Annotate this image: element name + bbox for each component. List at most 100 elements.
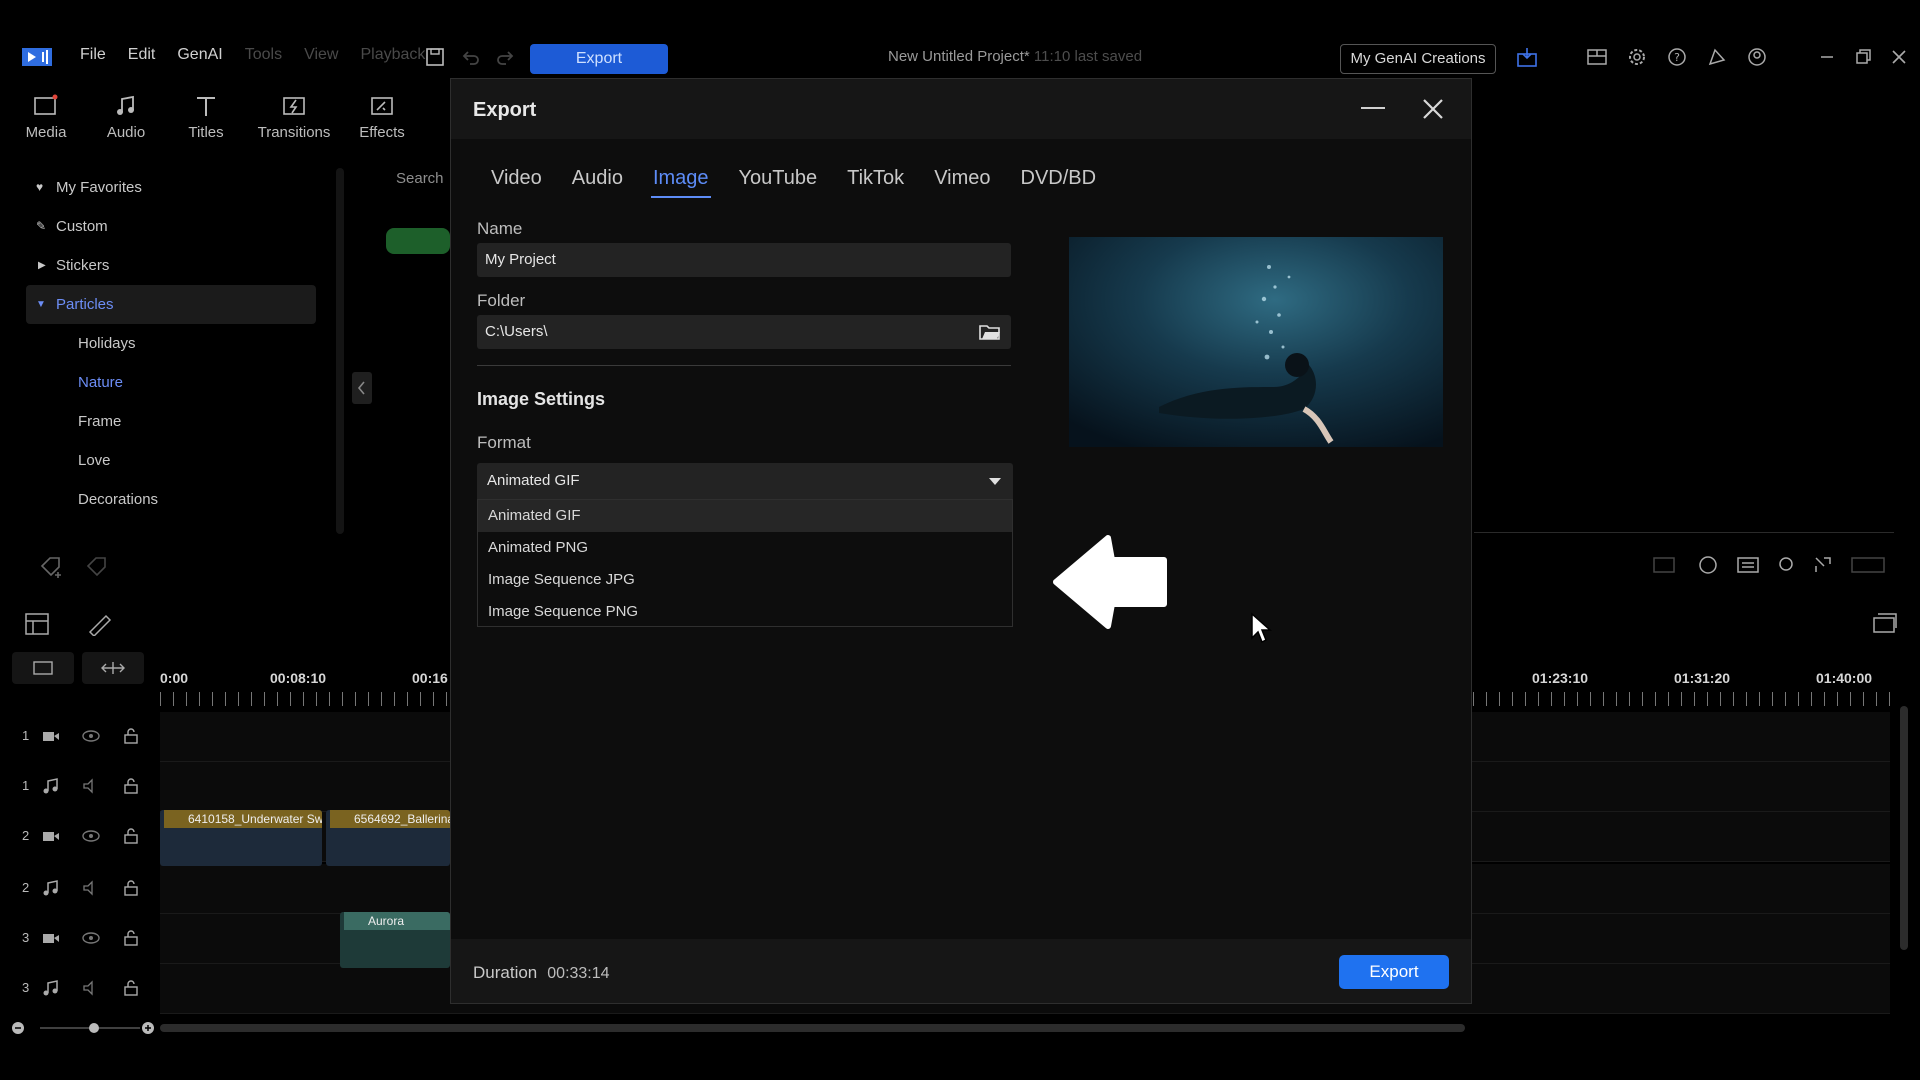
redo-icon[interactable] [494, 46, 516, 68]
folder-field[interactable]: C:\Users\ [477, 315, 1011, 349]
sidebar-item-frame[interactable]: Frame [26, 402, 316, 441]
speaker-icon[interactable] [82, 880, 100, 896]
sidebar-label: Decorations [78, 491, 159, 508]
preview-thumbnail [1069, 237, 1443, 447]
name-field[interactable]: My Project [477, 243, 1011, 277]
track-manager-icon[interactable] [24, 612, 52, 636]
save-icon[interactable] [424, 46, 446, 68]
format-option-animated-png[interactable]: Animated PNG [478, 532, 1012, 564]
track-number: 1 [22, 778, 30, 793]
lock-icon[interactable] [122, 828, 140, 844]
dialog-close-icon[interactable] [1419, 95, 1447, 123]
music-note-icon [43, 778, 58, 794]
remove-tag-icon[interactable] [84, 554, 110, 580]
dialog-minimize-icon[interactable] [1361, 107, 1385, 109]
edit-tool-icon[interactable] [86, 612, 114, 636]
export-button[interactable]: Export [1339, 955, 1449, 989]
minimize-icon[interactable] [1816, 46, 1838, 68]
tab-media[interactable]: Media [6, 90, 86, 146]
lock-icon[interactable] [122, 980, 140, 996]
tab-audio[interactable]: Audio [570, 167, 625, 198]
eye-icon[interactable] [82, 728, 100, 744]
format-option-animated-gif[interactable]: Animated GIF [478, 500, 1012, 532]
tab-titles[interactable]: Titles [166, 90, 246, 146]
markers-button[interactable] [12, 652, 74, 684]
preview-controls [1653, 556, 1885, 574]
sidebar-scrollbar[interactable] [336, 168, 344, 534]
sidebar-item-favorites[interactable]: ♥ My Favorites [26, 168, 316, 207]
eye-icon[interactable] [82, 828, 100, 844]
lock-icon[interactable] [122, 930, 140, 946]
sidebar-item-holidays[interactable]: Holidays [26, 324, 316, 363]
library-search-input[interactable]: Search [396, 170, 444, 187]
tab-transitions[interactable]: Transitions [246, 90, 342, 146]
restore-icon[interactable] [1852, 46, 1874, 68]
fit-timeline-button[interactable] [82, 652, 144, 684]
timeline-settings-icon[interactable] [1870, 612, 1898, 636]
menu-playback[interactable]: Playback [360, 46, 425, 64]
preview-progress-bar[interactable] [1474, 532, 1894, 533]
media-icon [34, 94, 58, 115]
format-select[interactable]: Animated GIF [477, 463, 1013, 499]
lock-icon[interactable] [122, 728, 140, 744]
lock-icon[interactable] [122, 880, 140, 896]
chevron-down-icon[interactable] [977, 463, 1013, 499]
menu-file[interactable]: File [80, 46, 106, 64]
fit-icon [101, 662, 125, 674]
menu-view[interactable]: View [304, 46, 338, 64]
timeline-clip-effect[interactable]: Aurora [340, 912, 450, 968]
menu-edit[interactable]: Edit [128, 46, 156, 64]
folder-path: C:\Users\ [485, 323, 548, 340]
tab-effects[interactable]: Effects [342, 90, 422, 146]
menu-tools[interactable]: Tools [245, 46, 282, 64]
folder-open-icon[interactable] [979, 323, 1001, 341]
timeline-horizontal-scrollbar[interactable] [160, 1024, 1465, 1032]
gear-icon[interactable] [1626, 46, 1648, 68]
tab-dvd-bd[interactable]: DVD/BD [1019, 167, 1099, 198]
feedback-icon[interactable] [1706, 46, 1728, 68]
tab-transitions-label: Transitions [257, 124, 331, 141]
sidebar-item-nature[interactable]: Nature [26, 363, 316, 402]
top-export-button[interactable]: Export [530, 44, 668, 74]
tab-tiktok[interactable]: TikTok [845, 167, 906, 198]
tab-audio[interactable]: Audio [86, 90, 166, 146]
sidebar-item-particles[interactable]: ▼ Particles [26, 285, 316, 324]
download-icon[interactable] [1516, 46, 1538, 68]
account-icon[interactable] [1746, 46, 1768, 68]
dialog-header: Export [451, 79, 1471, 139]
folder-label: Folder [477, 291, 526, 310]
collapse-left-icon[interactable] [352, 372, 372, 404]
arrow-left-icon [1053, 535, 1167, 629]
tab-audio-label: Audio [106, 124, 146, 141]
timeline-vertical-scrollbar[interactable] [1900, 706, 1908, 950]
speaker-icon[interactable] [82, 980, 100, 996]
speaker-icon[interactable] [82, 778, 100, 794]
help-icon[interactable]: ? [1666, 46, 1688, 68]
tab-youtube[interactable]: YouTube [737, 167, 820, 198]
library-thumbnail[interactable] [386, 228, 450, 254]
timeline-zoom-slider[interactable] [10, 1018, 156, 1038]
timeline-clip-video1[interactable]: 6410158_Underwater Sw [160, 810, 322, 866]
sidebar-item-custom[interactable]: ✎ Custom [26, 207, 316, 246]
close-window-icon[interactable] [1888, 46, 1910, 68]
sidebar-item-stickers[interactable]: ▶ Stickers [26, 246, 316, 285]
menu-genai[interactable]: GenAI [177, 46, 222, 64]
tab-video[interactable]: Video [489, 167, 544, 198]
main-menu: File Edit GenAI Tools View Playback [80, 46, 447, 64]
add-tag-icon[interactable] [38, 554, 64, 580]
tab-vimeo[interactable]: Vimeo [932, 167, 992, 198]
format-option-sequence-png[interactable]: Image Sequence PNG [478, 596, 1012, 628]
lock-icon[interactable] [122, 778, 140, 794]
layout-icon[interactable] [1586, 46, 1608, 68]
format-option-sequence-jpg[interactable]: Image Sequence JPG [478, 564, 1012, 596]
tab-image[interactable]: Image [650, 167, 711, 198]
ruler-label: 00:08:10 [270, 670, 327, 686]
eye-icon[interactable] [82, 930, 100, 946]
timeline-clip-video2[interactable]: 6564692_Ballerina [326, 810, 450, 866]
sidebar-item-decorations[interactable]: Decorations [26, 480, 316, 519]
duration-value: 00:33:14 [547, 965, 610, 982]
genai-creations-button[interactable]: My GenAI Creations [1340, 44, 1496, 74]
sidebar-label: Particles [56, 296, 114, 313]
undo-icon[interactable] [460, 46, 482, 68]
sidebar-item-love[interactable]: Love [26, 441, 316, 480]
